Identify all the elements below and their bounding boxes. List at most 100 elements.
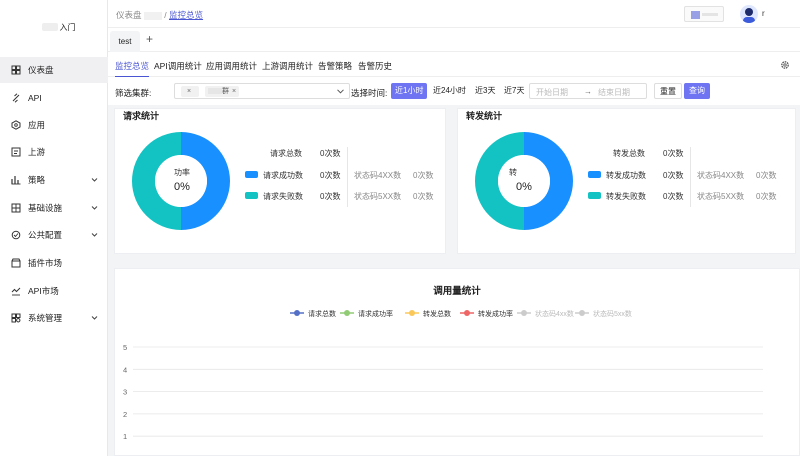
donut-label: 转 — [509, 168, 517, 177]
request-4xx-value: 0次数 — [413, 171, 434, 180]
logo-text: 入门 — [59, 22, 76, 32]
legend-item[interactable]: 请求成功率 — [358, 309, 393, 318]
settings-gear-icon[interactable] — [780, 60, 790, 70]
y-tick-label: 5 — [123, 343, 127, 352]
cluster-chip[interactable]: 群 × — [205, 86, 240, 97]
legend-item[interactable]: 转发成功率 — [478, 309, 513, 318]
forward-4xx-label: 状态码4XX数 — [697, 171, 745, 180]
sidebar-item[interactable]: API市场 — [0, 278, 108, 304]
sidebar-item[interactable]: 策略 — [0, 167, 108, 193]
breadcrumb: 仪表盘 / 监控总览 — [116, 9, 203, 21]
main-content: 监控总览 API调用统计 应用调用统计 上游调用统计 告警策略 告警历史 筛选集… — [108, 52, 800, 456]
forward-5xx-label: 状态码5XX数 — [697, 192, 745, 201]
subtab-upstream-stats[interactable]: 上游调用统计 — [262, 60, 313, 72]
app-icon — [10, 119, 22, 131]
subtab-app-stats[interactable]: 应用调用统计 — [206, 60, 257, 72]
time-option-24h[interactable]: 近24小时 — [429, 83, 470, 99]
forward-total-value: 0次数 — [663, 149, 684, 158]
request-4xx-label: 状态码4XX数 — [354, 171, 402, 180]
workspace-icon — [691, 11, 718, 19]
logo-mark — [41, 23, 58, 31]
legend-item[interactable]: 请求总数 — [308, 309, 336, 318]
workspace-switcher[interactable] — [684, 6, 724, 22]
sidebar-item-label: 系统管理 — [28, 313, 63, 323]
query-button[interactable]: 查询 — [684, 83, 710, 99]
legend-item[interactable]: 转发总数 — [423, 309, 451, 318]
forward-5xx-value: 0次数 — [756, 192, 777, 201]
forward-success-label: 转发成功数 — [606, 171, 646, 180]
time-filter-label: 选择时间: — [351, 88, 388, 98]
donut-label: 功率 — [174, 168, 190, 177]
donut-value: 0% — [516, 181, 532, 193]
avatar[interactable] — [740, 5, 758, 23]
fail-legend-swatch — [588, 192, 601, 199]
cluster-chip-label: 群 — [222, 88, 229, 95]
chip-redacted — [208, 88, 222, 95]
sidebar-item[interactable]: 公共配置 — [0, 222, 108, 248]
sidebar-item[interactable]: 基础设施 — [0, 195, 108, 221]
sidebar-item[interactable]: 仪表盘 — [0, 57, 108, 83]
legend-marker — [294, 310, 300, 316]
reset-button[interactable]: 重置 — [654, 83, 682, 99]
user-name[interactable]: r — [762, 9, 765, 18]
chip-close-icon[interactable]: × — [232, 88, 236, 95]
call-volume-chart-card: 调用量统计 请求总数 请求成功率 转发总数 转发成功率 状态码4xx数 状态码5xx数 5 4… — [114, 268, 800, 456]
chip-close-icon[interactable]: × — [187, 88, 191, 95]
y-tick-label: 1 — [123, 432, 127, 441]
sidebar-item[interactable]: 系统管理 — [0, 305, 108, 331]
request-total-label: 请求总数 — [270, 149, 302, 158]
time-option-3d[interactable]: 近3天 — [471, 83, 499, 99]
request-total-value: 0次数 — [320, 149, 341, 158]
infrastructure-icon — [10, 202, 22, 214]
divider — [347, 147, 348, 207]
y-tick-label: 4 — [123, 365, 127, 374]
date-range-arrow: → — [584, 87, 592, 96]
request-success-label: 请求成功数 — [263, 171, 303, 180]
subtab-alert-policy[interactable]: 告警策略 — [318, 60, 352, 72]
sidebar-item-label: 策略 — [28, 175, 46, 185]
subtab-overview[interactable]: 监控总览 — [115, 60, 150, 77]
subtab-alert-history[interactable]: 告警历史 — [358, 60, 392, 72]
tab-test[interactable]: test — [110, 31, 140, 52]
sidebar-item-label: API — [28, 93, 42, 103]
subtab-api-stats[interactable]: API调用统计 — [154, 60, 202, 72]
end-date-input[interactable]: 结束日期 — [598, 87, 630, 98]
link-icon — [10, 92, 22, 104]
y-tick-label: 2 — [123, 410, 127, 419]
chevron-down-icon — [91, 206, 98, 210]
legend-marker — [579, 310, 585, 316]
time-option-1h[interactable]: 近1小时 — [391, 83, 428, 99]
cluster-chip[interactable]: × — [181, 86, 199, 97]
request-stats-card: 请求统计 功率 0% 请求总数 0次数 请求成功数 0次数 请求失败数 0次数 … — [114, 107, 446, 254]
y-tick-label: 3 — [123, 388, 127, 397]
top-bar: 仪表盘 / 监控总览 r — [108, 0, 800, 28]
forward-stats-card: 转发统计 转 0% 转发总数 0次数 转发成功数 0次数 转发失败数 0次数 状… — [457, 107, 796, 254]
sidebar-item[interactable]: 插件市场 — [0, 250, 108, 276]
start-date-input[interactable]: 开始日期 — [536, 87, 568, 98]
sidebar-item[interactable]: API — [0, 85, 108, 111]
call-volume-chart: 请求总数 请求成功率 转发总数 转发成功率 状态码4xx数 状态码5xx数 5 4 3 2 1 — [123, 309, 763, 441]
sidebar: 入门 仪表盘 API 应用 上游策略基础设施公共配置插件市场 API市场系统管理 — [0, 0, 108, 456]
sub-navigation: 监控总览 API调用统计 应用调用统计 上游调用统计 告警策略 告警历史 — [108, 52, 800, 77]
add-tab-button[interactable]: + — [146, 32, 153, 46]
date-range-picker[interactable]: 开始日期 → 结束日期 — [529, 83, 647, 99]
legend-marker — [344, 310, 350, 316]
sidebar-item-label: 公共配置 — [28, 230, 63, 240]
breadcrumb-current[interactable]: 监控总览 — [169, 10, 203, 20]
divider — [690, 147, 691, 207]
sidebar-item[interactable]: 应用 — [0, 112, 108, 138]
chevron-down-icon — [91, 178, 98, 182]
sidebar-item[interactable]: 上游 — [0, 139, 108, 165]
sidebar-item-label: 基础设施 — [28, 203, 63, 213]
request-5xx-value: 0次数 — [413, 192, 434, 201]
logo[interactable]: 入门 — [0, 0, 107, 54]
legend-item[interactable]: 状态码5xx数 — [593, 309, 632, 318]
legend-marker — [521, 310, 527, 316]
success-legend-swatch — [588, 171, 601, 178]
breadcrumb-root[interactable]: 仪表盘 — [116, 10, 142, 20]
sidebar-item-label: API市场 — [28, 286, 59, 296]
time-option-7d[interactable]: 近7天 — [500, 83, 528, 99]
chevron-down-icon — [91, 233, 98, 237]
legend-item[interactable]: 状态码4xx数 — [535, 309, 574, 318]
cluster-select[interactable]: × 群 × — [174, 83, 350, 99]
